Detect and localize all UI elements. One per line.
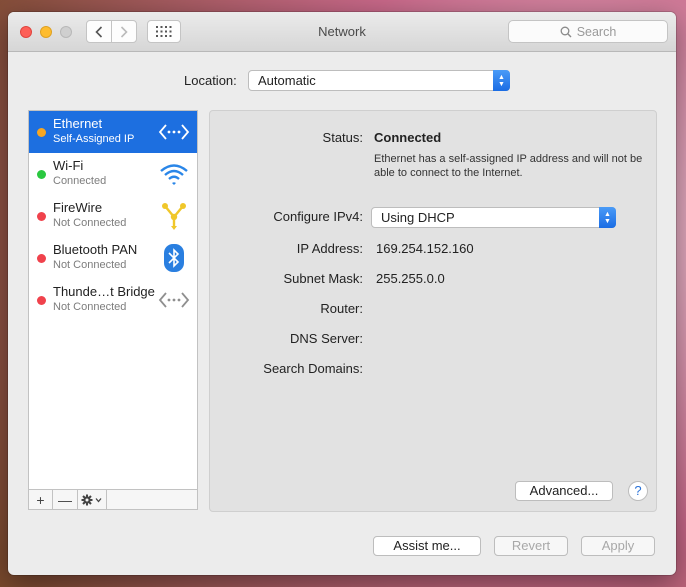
action-menu-button[interactable] xyxy=(78,490,107,509)
location-value: Automatic xyxy=(258,73,316,88)
service-name: FireWire xyxy=(53,200,103,215)
add-service-button[interactable]: + xyxy=(29,490,53,509)
service-list-toolbar: + — xyxy=(29,489,197,509)
service-item-ethernet[interactable]: Ethernet Self-Assigned IP xyxy=(29,111,197,153)
router-label: Router: xyxy=(320,301,363,316)
status-dot xyxy=(37,296,46,305)
thunderbolt-bridge-icon xyxy=(157,284,191,316)
ip-address-label: IP Address: xyxy=(296,241,363,256)
service-status: Not Connected xyxy=(53,259,127,271)
status-description: Ethernet has a self-assigned IP address … xyxy=(374,153,643,179)
service-text: Bluetooth PAN Not Connected xyxy=(53,242,153,272)
service-text: Wi-Fi Connected xyxy=(53,158,153,188)
service-status: Not Connected xyxy=(53,217,127,229)
location-popup[interactable]: Automatic ▲ ▼ xyxy=(248,70,510,91)
wifi-icon xyxy=(157,158,191,190)
status-dot xyxy=(37,212,46,221)
ip-address-value: 169.254.152.160 xyxy=(376,241,474,256)
bluetooth-icon xyxy=(157,242,191,274)
remove-service-button[interactable]: — xyxy=(53,490,78,509)
service-text: FireWire Not Connected xyxy=(53,200,153,230)
search-domains-label: Search Domains: xyxy=(263,361,363,376)
status-dot xyxy=(37,128,46,137)
service-status: Connected xyxy=(53,175,107,187)
configure-ipv4-popup[interactable]: Using DHCP ▲ ▼ xyxy=(371,207,616,228)
network-preferences-window: Network Search Location: Automatic ▲ ▼ Et… xyxy=(8,12,676,575)
status-value: Connected xyxy=(374,130,442,145)
service-text: Thunde…t Bridge Not Connected xyxy=(53,284,155,314)
configure-ipv4-value: Using DHCP xyxy=(381,210,455,225)
service-name: Wi-Fi xyxy=(53,158,84,173)
service-name: Bluetooth PAN xyxy=(53,242,138,257)
revert-button[interactable]: Revert xyxy=(494,536,568,556)
dns-server-label: DNS Server: xyxy=(290,331,363,346)
search-field[interactable]: Search xyxy=(508,20,668,43)
help-button[interactable]: ? xyxy=(628,481,648,501)
assist-me-button[interactable]: Assist me... xyxy=(373,536,481,556)
service-item-wifi[interactable]: Wi-Fi Connected xyxy=(29,153,197,195)
configure-ipv4-label: Configure IPv4: xyxy=(273,209,363,224)
title-bar: Network Search xyxy=(8,12,676,52)
ethernet-icon xyxy=(157,116,191,148)
location-label: Location: xyxy=(184,73,237,88)
service-item-firewire[interactable]: FireWire Not Connected xyxy=(29,195,197,237)
service-text: Ethernet Self-Assigned IP xyxy=(53,116,153,146)
search-icon xyxy=(560,26,572,37)
service-status: Not Connected xyxy=(53,301,127,313)
status-dot xyxy=(37,170,46,179)
status-dot xyxy=(37,254,46,263)
search-placeholder: Search xyxy=(576,24,617,39)
service-list: Ethernet Self-Assigned IP Wi-Fi Connecte… xyxy=(28,110,198,510)
firewire-icon xyxy=(157,200,191,232)
service-detail-panel: Status: Connected Ethernet has a self-as… xyxy=(209,110,657,512)
service-name: Thunde…t Bridge xyxy=(53,284,155,299)
service-item-thunderbolt-bridge[interactable]: Thunde…t Bridge Not Connected xyxy=(29,279,197,321)
popup-arrows-icon: ▲ ▼ xyxy=(599,207,616,228)
service-status: Self-Assigned IP xyxy=(53,133,135,145)
service-item-bluetooth-pan[interactable]: Bluetooth PAN Not Connected xyxy=(29,237,197,279)
subnet-mask-value: 255.255.0.0 xyxy=(376,271,445,286)
advanced-button[interactable]: Advanced... xyxy=(515,481,613,501)
apply-button[interactable]: Apply xyxy=(581,536,655,556)
gear-icon xyxy=(81,494,102,505)
service-name: Ethernet xyxy=(53,116,103,131)
subnet-mask-label: Subnet Mask: xyxy=(283,271,364,286)
popup-arrows-icon: ▲ ▼ xyxy=(493,70,510,91)
status-label: Status: xyxy=(322,130,363,145)
